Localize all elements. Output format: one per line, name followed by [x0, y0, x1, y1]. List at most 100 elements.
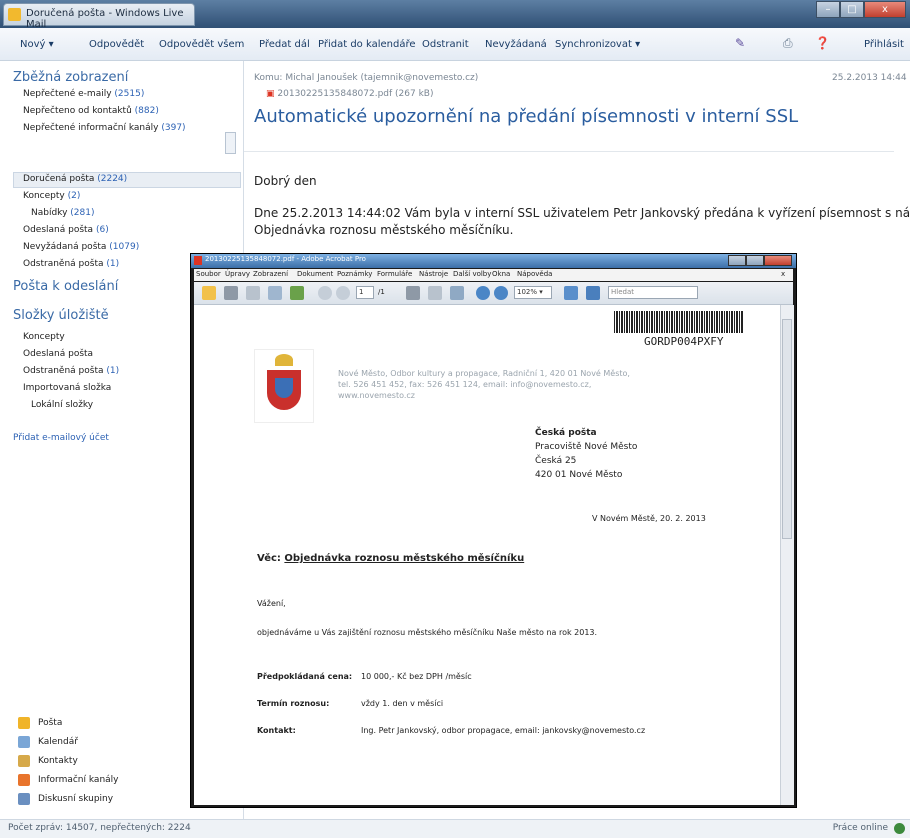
close-button[interactable]: x: [864, 1, 906, 18]
pdf-scrollbar[interactable]: [780, 305, 794, 805]
fit-page-icon[interactable]: [564, 286, 578, 300]
sender-line-2: tel. 526 451 452, fax: 526 451 124, emai…: [338, 380, 592, 389]
junk-button[interactable]: Nevyžádaná: [485, 39, 547, 50]
folder-sent[interactable]: Odeslaná pošta (6): [23, 225, 109, 235]
delete-button[interactable]: Odstranit: [422, 39, 469, 50]
newsgroup-icon: [18, 793, 30, 805]
acrobat-maximize-button[interactable]: [746, 255, 764, 266]
maximize-button[interactable]: □: [840, 1, 864, 18]
menu-formulare[interactable]: Formuláře: [377, 270, 412, 278]
message-line-2: Objednávka roznosu městského měsíčníku.: [254, 223, 514, 237]
zoom-in-icon[interactable]: [494, 286, 508, 300]
nav-newsgroups[interactable]: Diskusní skupiny: [38, 794, 113, 804]
acrobat-title: 20130225135848072.pdf - Adobe Acrobat Pr…: [205, 255, 366, 263]
fit-width-icon[interactable]: [586, 286, 600, 300]
menu-dalsi-volby[interactable]: Další volby: [453, 270, 491, 278]
menu-dokument[interactable]: Dokument: [297, 270, 333, 278]
sidebar-scrollbar[interactable]: [225, 132, 236, 154]
storage-sent[interactable]: Odeslaná pošta: [23, 349, 93, 359]
previous-page-icon[interactable]: [318, 286, 332, 300]
field-term-label: Termín roznosu:: [257, 699, 330, 708]
select-tool-icon[interactable]: [406, 286, 420, 300]
menu-zobrazeni[interactable]: Zobrazení: [253, 270, 288, 278]
menu-nastroje[interactable]: Nástroje: [419, 270, 448, 278]
zoom-select[interactable]: 102% ▾: [514, 286, 552, 299]
page-total: /1: [378, 288, 385, 296]
nav-calendar[interactable]: Kalendář: [38, 737, 78, 747]
share-icon[interactable]: [290, 286, 304, 300]
folder-deleted[interactable]: Odstraněná pošta (1): [23, 259, 119, 269]
coat-of-arms-logo: [254, 349, 314, 423]
minimize-button[interactable]: –: [816, 1, 840, 18]
document-subject: Věc: Objednávka roznosu městského měsíčn…: [257, 553, 525, 564]
pdf-scrollbar-thumb[interactable]: [782, 319, 792, 539]
contacts-icon: [18, 755, 30, 767]
folder-unread-feeds[interactable]: Nepřečtené informační kanály (397): [23, 123, 186, 133]
menu-poznamky[interactable]: Poznámky: [337, 270, 372, 278]
field-price-label: Předpokládaná cena:: [257, 672, 353, 681]
paint-icon[interactable]: ✎: [735, 36, 745, 50]
folder-unread-email[interactable]: Nepřečtené e-maily (2515): [23, 89, 144, 99]
forward-button[interactable]: Předat dál: [259, 39, 310, 50]
message-date: 25.2.2013 14:44: [832, 73, 907, 83]
salutation: Vážení,: [257, 599, 286, 608]
acrobat-close-button[interactable]: [764, 255, 792, 266]
barcode: [614, 311, 744, 333]
storage-deleted[interactable]: Odstraněná pošta (1): [23, 366, 119, 376]
message-line-1: Dne 25.2.2013 14:44:02 Vám byla v intern…: [254, 206, 910, 220]
print-icon[interactable]: [224, 286, 238, 300]
acrobat-titlebar: 20130225135848072.pdf - Adobe Acrobat Pr…: [191, 254, 796, 268]
add-account-link[interactable]: Přidat e-mailový účet: [13, 433, 109, 443]
menu-upravy[interactable]: Úpravy: [225, 270, 250, 278]
hand-tool-icon[interactable]: [428, 286, 442, 300]
online-status[interactable]: Práce online: [833, 823, 888, 833]
menu-napoveda[interactable]: Nápověda: [517, 270, 552, 278]
acrobat-minimize-button[interactable]: [728, 255, 746, 266]
close-document-button[interactable]: x: [781, 270, 785, 278]
next-page-icon[interactable]: [336, 286, 350, 300]
storage-local[interactable]: Lokální složky: [31, 400, 93, 410]
help-icon[interactable]: ❓: [815, 36, 830, 50]
acrobat-window: 20130225135848072.pdf - Adobe Acrobat Pr…: [190, 253, 797, 808]
add-to-calendar-button[interactable]: Přidat do kalendáře: [318, 39, 416, 50]
document-body: objednáváme u Vás zajištění roznosu měst…: [257, 628, 598, 637]
open-icon[interactable]: [202, 286, 216, 300]
message-attachment[interactable]: ▣ 20130225135848072.pdf (267 kB): [266, 89, 434, 99]
online-globe-icon: [894, 823, 905, 834]
menu-soubor[interactable]: Soubor: [196, 270, 221, 278]
folder-drafts[interactable]: Koncepty (2): [23, 191, 80, 201]
folder-offers[interactable]: Nabídky (281): [31, 208, 94, 218]
acrobat-menubar: Soubor Úpravy Zobrazení Dokument Poznámk…: [194, 269, 793, 281]
folder-inbox[interactable]: Doručená pošta (2224): [23, 174, 127, 184]
calendar-icon: [18, 736, 30, 748]
sync-button[interactable]: Synchronizovat ▾: [555, 39, 640, 50]
menu-okna[interactable]: Okna: [492, 270, 510, 278]
nav-feeds[interactable]: Informační kanály: [38, 775, 119, 785]
reply-all-button[interactable]: Odpovědět všem: [159, 39, 244, 50]
storage-heading[interactable]: Složky úložiště: [13, 308, 109, 323]
header-divider: [244, 151, 894, 152]
recipient-line-4: 420 01 Nové Město: [535, 470, 623, 480]
signin-button[interactable]: Přihlásit: [864, 39, 904, 50]
nav-mail[interactable]: Pošta: [38, 718, 62, 728]
reply-button[interactable]: Odpovědět: [89, 39, 144, 50]
quick-views-heading[interactable]: Zběžná zobrazení: [13, 70, 128, 85]
email-icon[interactable]: [268, 286, 282, 300]
sender-line-1: Nové Město, Odbor kultury a propagace, R…: [338, 369, 630, 378]
page-number-input[interactable]: 1: [356, 286, 374, 299]
toolbar: Nový ▾ Odpovědět Odpovědět všem Předat d…: [0, 28, 910, 61]
pdf-search-input[interactable]: Hledat: [608, 286, 698, 299]
print-icon[interactable]: ⎙: [783, 36, 793, 51]
nav-contacts[interactable]: Kontakty: [38, 756, 78, 766]
message-subject: Automatické upozornění na předání písemn…: [254, 106, 799, 127]
zoom-tool-icon[interactable]: [450, 286, 464, 300]
outbox-heading[interactable]: Pošta k odeslání: [13, 279, 118, 294]
zoom-out-icon[interactable]: [476, 286, 490, 300]
save-icon[interactable]: [246, 286, 260, 300]
folder-junk[interactable]: Nevyžádaná pošta (1079): [23, 242, 139, 252]
storage-imported[interactable]: Importovaná složka: [23, 383, 111, 393]
storage-drafts[interactable]: Koncepty: [23, 332, 65, 342]
new-button[interactable]: Nový ▾: [20, 39, 54, 50]
folder-unread-contacts[interactable]: Nepřečteno od kontaktů (882): [23, 106, 159, 116]
window-title-tab: Doručená pošta - Windows Live Mail: [3, 3, 195, 30]
